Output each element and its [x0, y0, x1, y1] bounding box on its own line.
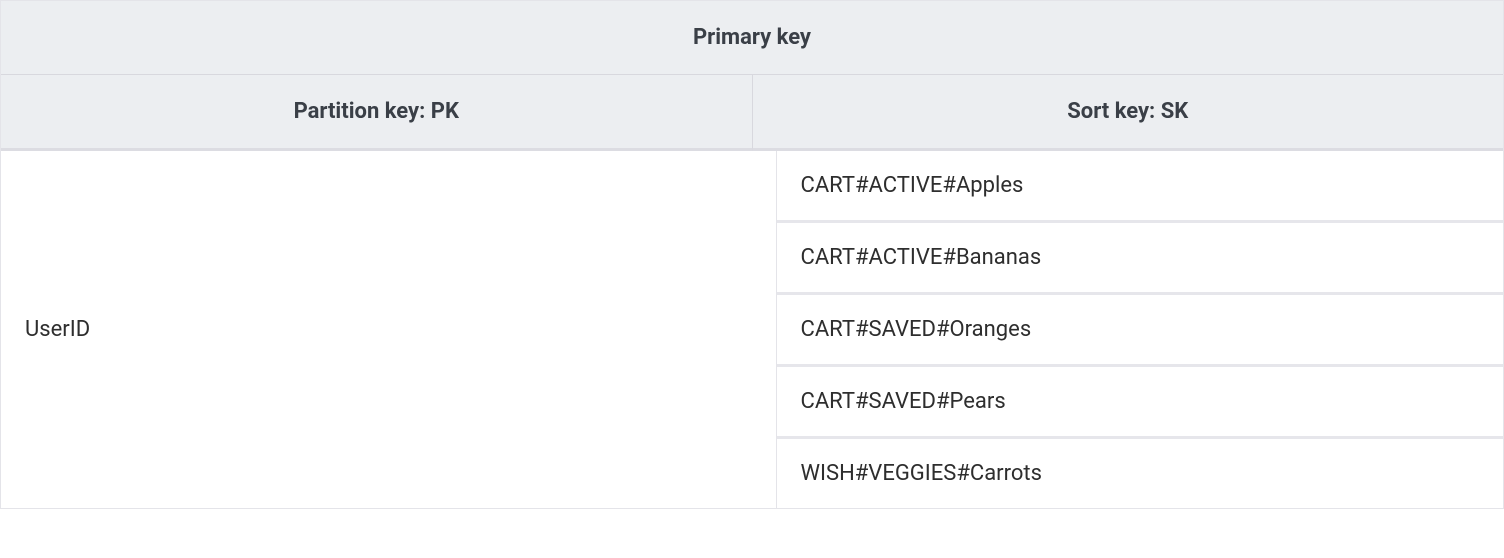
table-body-row: UserID CART#ACTIVE#Apples CART#ACTIVE#Ba… — [1, 151, 1503, 508]
sort-key-cell: CART#SAVED#Pears — [777, 367, 1504, 439]
sort-key-cell: CART#SAVED#Oranges — [777, 295, 1504, 367]
partition-key-cell: UserID — [1, 151, 777, 508]
sort-key-cell: WISH#VEGGIES#Carrots — [777, 439, 1504, 508]
sort-key-column: CART#ACTIVE#Apples CART#ACTIVE#Bananas C… — [777, 151, 1504, 508]
partition-key-header: Partition key: PK — [1, 75, 753, 151]
table-header-primary: Primary key — [1, 1, 1503, 75]
sort-key-header: Sort key: SK — [753, 75, 1504, 151]
primary-key-table: Primary key Partition key: PK Sort key: … — [0, 0, 1504, 509]
table-header-row: Partition key: PK Sort key: SK — [1, 75, 1503, 151]
sort-key-cell: CART#ACTIVE#Bananas — [777, 223, 1504, 295]
sort-key-cell: CART#ACTIVE#Apples — [777, 151, 1504, 223]
